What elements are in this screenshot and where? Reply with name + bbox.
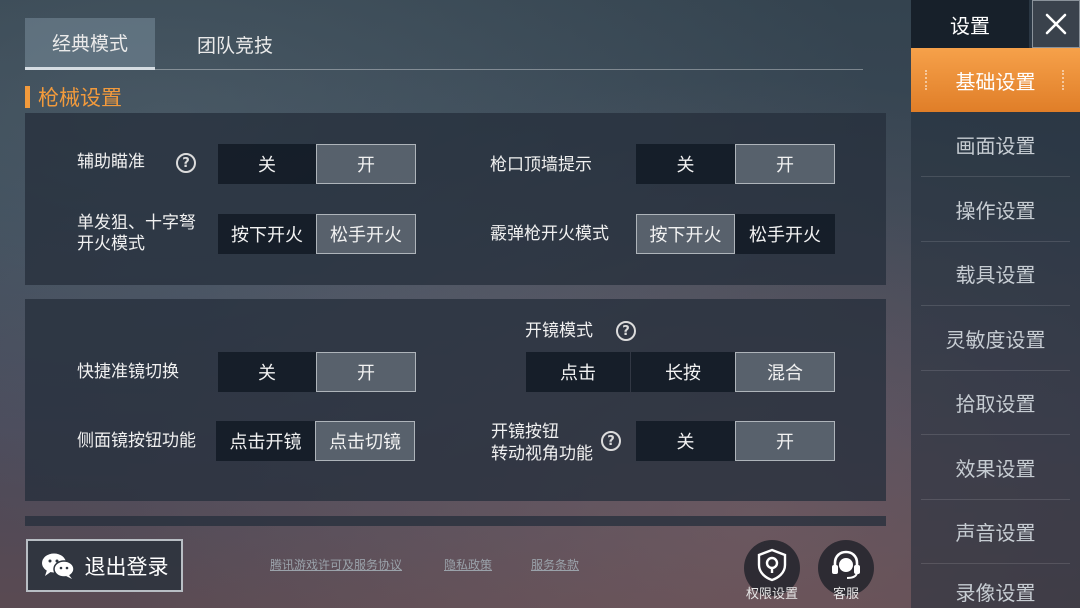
tab-classic-mode[interactable]: 经典模式 [25,18,155,70]
grip-icon [1062,70,1066,90]
sniper-release-fire-button[interactable]: 松手开火 [316,214,416,254]
question-circle-icon[interactable]: ? [616,321,636,341]
aim-assist-on-button[interactable]: 开 [316,144,416,184]
sidebar-item-pickup[interactable]: 拾取设置 [911,370,1080,434]
quick-scope-label: 快捷准镜切换 [77,362,179,382]
scope-mixed-button[interactable]: 混合 [735,352,835,392]
close-icon [1045,13,1067,35]
side-scope-open-button[interactable]: 点击开镜 [216,421,315,461]
scope-rotate-label-line1: 开镜按钮 [491,422,559,442]
sidebar-item-basic[interactable]: 基础设置 [911,48,1080,112]
sniper-press-fire-button[interactable]: 按下开火 [218,214,316,254]
sidebar-item-controls[interactable]: 操作设置 [911,177,1080,241]
scope-tap-button[interactable]: 点击 [526,352,630,392]
close-button[interactable] [1032,0,1080,48]
muzzle-wall-on-button[interactable]: 开 [735,144,835,184]
shotgun-release-fire-button[interactable]: 松手开火 [735,214,835,254]
section-title: 枪械设置 [25,82,122,112]
privacy-policy-link[interactable]: 隐私政策 [444,556,492,573]
tab-team-deathmatch[interactable]: 团队竞技 [165,18,305,70]
permission-settings-label: 权限设置 [745,587,798,602]
quick-scope-off-button[interactable]: 关 [218,352,316,392]
logout-label: 退出登录 [84,554,169,579]
muzzle-wall-hint-label: 枪口顶墙提示 [490,155,592,175]
sidebar-item-vehicle[interactable]: 载具设置 [911,241,1080,305]
question-circle-icon[interactable]: ? [601,431,621,451]
muzzle-wall-off-button[interactable]: 关 [636,144,735,184]
sidebar-title: 设置 [911,0,1029,48]
sidebar-item-sensitivity[interactable]: 灵敏度设置 [911,306,1080,370]
scope-mode-label: 开镜模式 [525,321,593,341]
sniper-fire-mode-label-line1: 单发狙、十字弩 [77,213,196,233]
sidebar-item-graphics[interactable]: 画面设置 [911,112,1080,176]
aim-assist-label: 辅助瞄准 [77,152,145,172]
side-scope-label: 侧面镜按钮功能 [77,431,196,451]
sidebar-item-replay[interactable]: 录像设置 [911,563,1080,608]
shotgun-fire-mode-label: 霰弹枪开火模式 [490,224,609,244]
logout-button[interactable]: 退出登录 [26,539,183,592]
wechat-icon [41,553,75,579]
scope-settings-panel: 开镜模式 ? 点击 长按 混合 快捷准镜切换 关 开 侧面镜按钮功能 点击开镜 … [25,299,886,501]
headset-icon [832,550,860,579]
scope-rotate-on-button[interactable]: 开 [735,421,835,461]
scope-rotate-off-button[interactable]: 关 [636,421,735,461]
shotgun-press-fire-button[interactable]: 按下开火 [636,214,735,254]
section-title-text: 枪械设置 [38,86,122,110]
section-accent-bar [25,86,30,108]
settings-sidebar: 设置 基础设置 画面设置 操作设置 载具设置 灵敏度设置 拾取设置 效果设置 声… [911,0,1080,608]
terms-of-service-link[interactable]: 服务条款 [531,556,579,573]
question-circle-icon[interactable]: ? [176,153,196,173]
quick-scope-on-button[interactable]: 开 [316,352,416,392]
sidebar-item-label: 基础设置 [955,69,1036,94]
grip-icon [925,70,929,90]
sidebar-item-effects[interactable]: 效果设置 [911,435,1080,499]
scope-hold-button[interactable]: 长按 [631,352,735,392]
mode-tabs: 经典模式 团队竞技 [25,18,863,70]
sniper-fire-mode-label-line2: 开火模式 [77,234,145,254]
side-scope-switch-button[interactable]: 点击切镜 [315,421,415,461]
aim-assist-off-button[interactable]: 关 [218,144,316,184]
shield-pin-icon [757,548,787,582]
next-panel-edge [25,516,886,526]
weapon-settings-panel: 辅助瞄准 ? 关 开 枪口顶墙提示 关 开 单发狙、十字弩 开火模式 按下开火 … [25,113,886,285]
sidebar-item-sound[interactable]: 声音设置 [911,499,1080,563]
scope-rotate-label-line2: 转动视角功能 [491,444,593,464]
license-agreement-link[interactable]: 腾讯游戏许可及服务协议 [270,556,402,573]
customer-service-label: 客服 [832,587,859,602]
